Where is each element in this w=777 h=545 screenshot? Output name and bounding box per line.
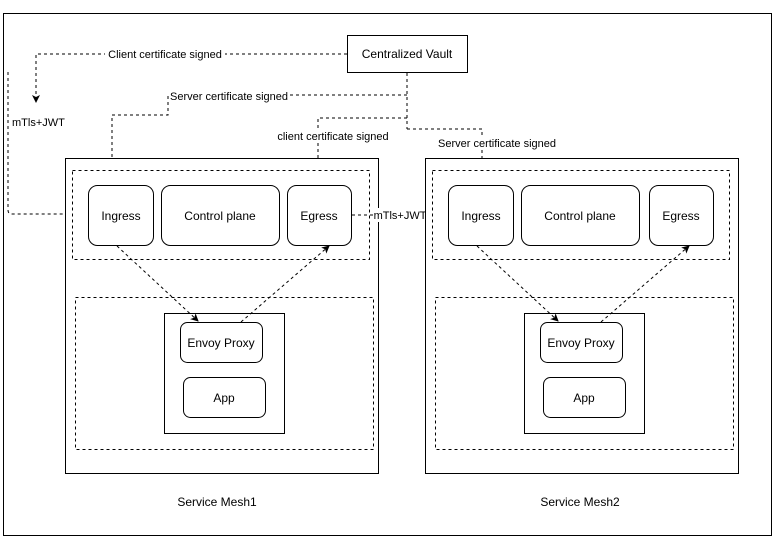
- edge-label-client-cert-top: Client certificate signed: [108, 49, 222, 61]
- service-mesh-2: Ingress Control plane Egress Envoy Proxy…: [425, 158, 739, 509]
- edge-label-mtls-left: mTls+JWT: [12, 117, 65, 129]
- app-node[interactable]: App: [183, 377, 266, 418]
- mesh-label: Service Mesh1: [177, 495, 257, 509]
- ingress-node[interactable]: Ingress: [88, 185, 154, 246]
- vault-label: Centralized Vault: [362, 47, 453, 61]
- mesh-label: Service Mesh2: [540, 495, 620, 509]
- ingress-node[interactable]: Ingress: [448, 185, 514, 246]
- control-plane-node[interactable]: Control plane: [161, 185, 280, 246]
- ingress-label: Ingress: [101, 209, 140, 223]
- envoy-proxy-label: Envoy Proxy: [187, 336, 254, 350]
- control-plane-label: Control plane: [184, 209, 256, 223]
- service-mesh-1: Ingress Control plane Egress Envoy Proxy…: [65, 158, 379, 509]
- egress-node[interactable]: Egress: [649, 185, 714, 246]
- diagram-canvas: Centralized Vault Client certificate sig…: [3, 13, 772, 536]
- app-label: App: [213, 391, 235, 405]
- edge-label-server-cert-mesh2: Server certificate signed: [438, 138, 556, 150]
- control-plane-node[interactable]: Control plane: [521, 185, 640, 246]
- app-node[interactable]: App: [543, 377, 626, 418]
- envoy-proxy-node[interactable]: Envoy Proxy: [540, 322, 623, 363]
- centralized-vault-node[interactable]: Centralized Vault: [347, 35, 468, 73]
- app-label: App: [573, 391, 595, 405]
- control-plane-label: Control plane: [544, 209, 616, 223]
- edge-label-mtls-between: mTls+JWT: [374, 210, 427, 222]
- envoy-proxy-label: Envoy Proxy: [547, 336, 614, 350]
- ingress-label: Ingress: [461, 209, 500, 223]
- envoy-proxy-node[interactable]: Envoy Proxy: [180, 322, 263, 363]
- edge-label-server-cert-mesh1: Server certificate signed: [170, 91, 288, 103]
- egress-node[interactable]: Egress: [287, 185, 352, 246]
- egress-label: Egress: [300, 209, 337, 223]
- edge-label-client-cert-mesh1: client certificate signed: [277, 131, 388, 143]
- egress-label: Egress: [662, 209, 699, 223]
